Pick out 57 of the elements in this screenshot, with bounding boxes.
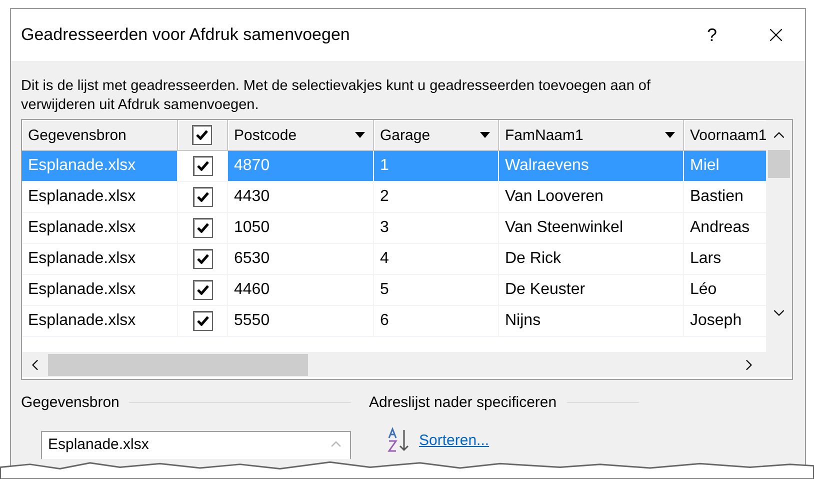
table-cell: 4460 bbox=[228, 275, 374, 306]
table-cell: 4430 bbox=[228, 182, 374, 213]
table-cell: 6 bbox=[374, 306, 499, 337]
table-cell: Van Looveren bbox=[499, 182, 684, 213]
checkbox[interactable] bbox=[192, 125, 212, 145]
checkmark-icon bbox=[196, 316, 208, 326]
table-cell: De Keuster bbox=[499, 275, 684, 306]
checkbox[interactable] bbox=[192, 187, 212, 207]
table-cell: Van Steenwinkel bbox=[499, 213, 684, 244]
description-text: Dit is de lijst met geadresseerden. Met de selectievakjes kunt u geadresseerden toevoegen aan of verwijderen uit Afdruk samenvoegen. bbox=[21, 77, 652, 115]
checkbox[interactable] bbox=[192, 249, 212, 269]
dropdown-arrow-icon bbox=[665, 132, 675, 138]
table-cell: De Rick bbox=[499, 244, 684, 275]
table-cell: Esplanade.xlsx bbox=[22, 275, 178, 306]
table-cell: 2 bbox=[374, 182, 499, 213]
table-cell: 1 bbox=[374, 151, 499, 182]
checkmark-icon bbox=[196, 130, 208, 140]
checkmark-icon bbox=[196, 254, 208, 264]
list-item[interactable]: Esplanade.xlsx bbox=[48, 436, 149, 453]
checkbox[interactable] bbox=[192, 311, 212, 331]
column-header[interactable]: Gegevensbron bbox=[22, 120, 178, 151]
table-cell: Esplanade.xlsx bbox=[22, 151, 178, 182]
group-label: Adreslijst nader specificeren bbox=[369, 394, 557, 411]
column-header[interactable]: Postcode bbox=[228, 120, 374, 151]
table-cell: Esplanade.xlsx bbox=[22, 306, 178, 337]
checkmark-icon bbox=[196, 285, 208, 295]
column-header[interactable]: Garage bbox=[374, 120, 499, 151]
window-title: Geadresseerden voor Afdruk samenvoegen bbox=[21, 25, 351, 45]
table-cell: 3 bbox=[374, 213, 499, 244]
table-cell: 1050 bbox=[228, 213, 374, 244]
checkbox[interactable] bbox=[192, 280, 212, 300]
table-cell: Esplanade.xlsx bbox=[22, 213, 178, 244]
table-cell: Nijns bbox=[499, 306, 684, 337]
checkmark-icon bbox=[196, 192, 208, 202]
data-source-list[interactable]: Esplanade.xlsx bbox=[41, 431, 351, 459]
sort-link[interactable]: Sorteren... bbox=[419, 432, 490, 448]
checkmark-icon bbox=[196, 223, 208, 233]
table-cell: 4870 bbox=[228, 151, 374, 182]
group-label: Gegevensbron bbox=[21, 394, 120, 411]
table-cell: Esplanade.xlsx bbox=[22, 244, 178, 275]
table-cell: 5 bbox=[374, 275, 499, 306]
table-cell: Walraevens bbox=[499, 151, 684, 182]
table-cell: 5550 bbox=[228, 306, 374, 337]
checkbox[interactable] bbox=[192, 156, 212, 176]
column-header[interactable]: Voornaam1 bbox=[684, 120, 766, 151]
table-cell: Esplanade.xlsx bbox=[22, 182, 178, 213]
table-cell: Miel bbox=[684, 151, 766, 182]
help-button[interactable]: ? bbox=[689, 15, 735, 55]
table-cell: 4 bbox=[374, 244, 499, 275]
scrollbar-thumb[interactable] bbox=[48, 354, 308, 376]
column-header[interactable]: FamNaam1 bbox=[499, 120, 684, 151]
scrollbar-thumb[interactable] bbox=[768, 150, 790, 178]
dropdown-arrow-icon bbox=[355, 132, 365, 138]
dropdown-arrow-icon bbox=[480, 132, 490, 138]
checkmark-icon bbox=[196, 161, 208, 171]
table-cell: 6530 bbox=[228, 244, 374, 275]
checkbox[interactable] bbox=[192, 218, 212, 238]
